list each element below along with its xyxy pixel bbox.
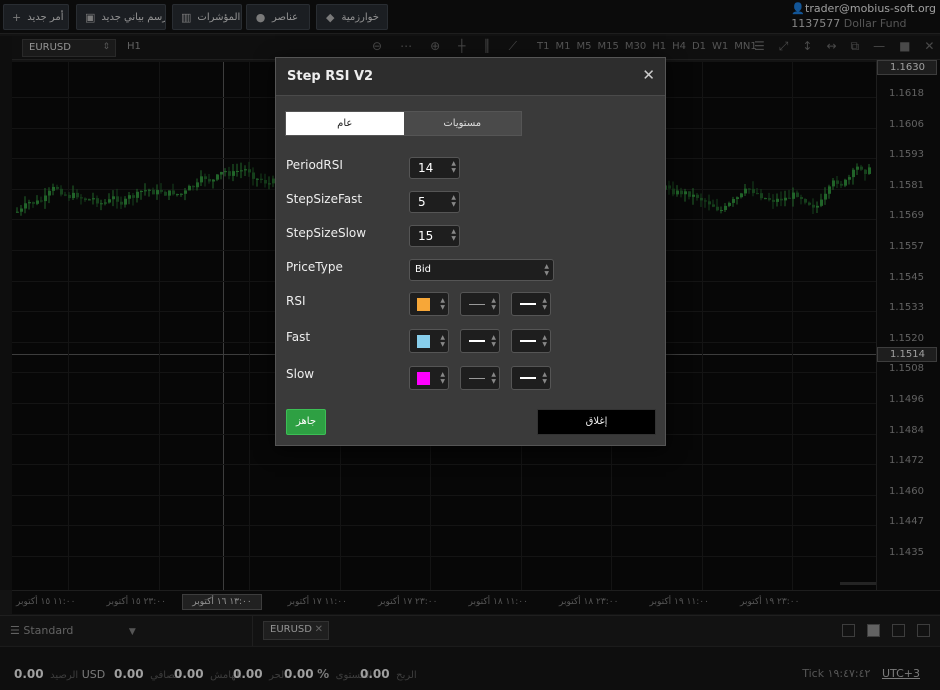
fast-line-width-select[interactable]: ▲ ▼ — [511, 329, 551, 353]
tab-levels[interactable]: مستويات — [403, 112, 521, 135]
step-fast-stepper[interactable]: 5 ▲ ▼ — [409, 191, 460, 213]
close-button[interactable]: إغلاق — [537, 409, 656, 435]
select-arrows-icon: ▲ ▼ — [544, 263, 549, 277]
line-style-icon — [469, 304, 485, 305]
slow-line-style-select[interactable]: ▲ ▼ — [460, 366, 500, 390]
line-style-icon — [469, 340, 485, 342]
indicator-settings-dialog: Step RSI V2 ✕ عام مستويات PeriodRSI 14 ▲… — [275, 57, 666, 446]
slow-line-label: Slow — [286, 367, 315, 381]
price-type-select[interactable]: Bid ▲ ▼ — [409, 259, 554, 281]
rsi-line-width-select[interactable]: ▲ ▼ — [511, 292, 551, 316]
rsi-line-style-select[interactable]: ▲ ▼ — [460, 292, 500, 316]
rsi-line-label: RSI — [286, 294, 306, 308]
stepper-arrows-icon[interactable]: ▲ ▼ — [451, 228, 456, 242]
step-slow-label: StepSizeSlow — [286, 226, 367, 240]
fast-color-swatch — [417, 335, 430, 348]
line-width-icon — [520, 340, 536, 342]
slow-line-width-select[interactable]: ▲ ▼ — [511, 366, 551, 390]
stepper-arrows-icon[interactable]: ▲ ▼ — [451, 160, 456, 174]
line-style-icon — [469, 378, 485, 379]
rsi-color-swatch — [417, 298, 430, 311]
fast-line-label: Fast — [286, 330, 311, 344]
ok-button[interactable]: جاهز — [286, 409, 326, 435]
fast-line-style-select[interactable]: ▲ ▼ — [460, 329, 500, 353]
slow-color-picker[interactable]: ▲ ▼ — [409, 366, 449, 390]
line-width-icon — [520, 303, 536, 305]
period-rsi-label: PeriodRSI — [286, 158, 343, 172]
dialog-title: Step RSI V2 — [287, 69, 374, 84]
close-icon[interactable]: ✕ — [642, 66, 655, 84]
fast-color-picker[interactable]: ▲ ▼ — [409, 329, 449, 353]
slow-color-swatch — [417, 372, 430, 385]
price-type-label: PriceType — [286, 260, 343, 274]
rsi-color-picker[interactable]: ▲ ▼ — [409, 292, 449, 316]
stepper-arrows-icon[interactable]: ▲ ▼ — [451, 194, 456, 208]
period-rsi-stepper[interactable]: 14 ▲ ▼ — [409, 157, 460, 179]
step-slow-stepper[interactable]: 15 ▲ ▼ — [409, 225, 460, 247]
line-width-icon — [520, 377, 536, 379]
dialog-header: Step RSI V2 ✕ — [276, 58, 665, 96]
step-fast-label: StepSizeFast — [286, 192, 363, 206]
dialog-tabs: عام مستويات — [285, 111, 522, 136]
tab-general[interactable]: عام — [286, 112, 404, 135]
